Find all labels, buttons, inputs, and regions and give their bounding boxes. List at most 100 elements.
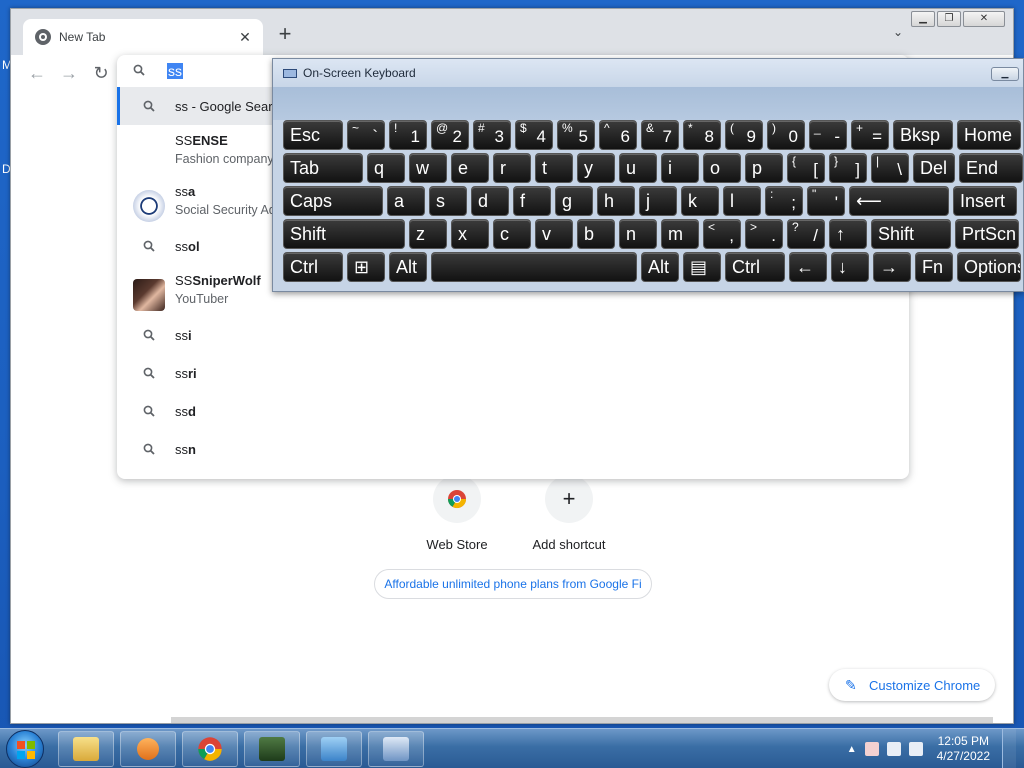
tab-close-icon[interactable]: ✕: [237, 29, 253, 46]
key-sym[interactable]: {[: [787, 153, 825, 183]
taskbar-task-manager-button[interactable]: [244, 731, 300, 767]
key-sym[interactable]: ←: [789, 252, 827, 282]
tray-expand-icon[interactable]: ▲: [847, 744, 857, 755]
key-8[interactable]: * 8: [683, 120, 721, 150]
key-9[interactable]: (9: [725, 120, 763, 150]
key-t[interactable]: t: [535, 153, 573, 183]
key-sym[interactable]: ~ `: [347, 120, 385, 150]
key-r[interactable]: r: [493, 153, 531, 183]
close-window-button[interactable]: ✕: [963, 11, 1005, 27]
key-sym[interactable]: →: [873, 252, 911, 282]
key-shift[interactable]: Shift: [871, 219, 951, 249]
key-ctrl[interactable]: Ctrl: [283, 252, 343, 282]
key-sym[interactable]: ? /: [787, 219, 825, 249]
key-options[interactable]: Options: [957, 252, 1021, 282]
action-center-icon[interactable]: [864, 742, 879, 756]
key-caps[interactable]: Caps: [283, 186, 383, 216]
key-i[interactable]: i: [661, 153, 699, 183]
key-6[interactable]: ^ 6: [599, 120, 637, 150]
horizontal-scrollbar[interactable]: [171, 717, 993, 723]
key-0[interactable]: ) 0: [767, 120, 805, 150]
key-s[interactable]: s: [429, 186, 467, 216]
shortcut-web-store[interactable]: Web Store: [407, 475, 507, 552]
key-insert[interactable]: Insert: [953, 186, 1017, 216]
omnibox-typed-text[interactable]: ss: [167, 63, 183, 79]
key-l[interactable]: l: [723, 186, 761, 216]
key-v[interactable]: v: [535, 219, 573, 249]
key-w[interactable]: w: [409, 153, 447, 183]
clock[interactable]: 12:05 PM 4/27/2022: [937, 734, 990, 764]
minimize-button[interactable]: ▁: [911, 11, 935, 27]
taskbar-media-player-button[interactable]: [120, 731, 176, 767]
key-del[interactable]: Del: [913, 153, 955, 183]
key-sym[interactable]: }]: [829, 153, 867, 183]
tab-search-icon[interactable]: ⌄: [893, 25, 903, 39]
show-desktop-button[interactable]: [1002, 729, 1016, 768]
key-c[interactable]: c: [493, 219, 531, 249]
key-n[interactable]: n: [619, 219, 657, 249]
customize-chrome-button[interactable]: ✎ Customize Chrome: [829, 669, 995, 701]
key-sym[interactable]: ▤: [683, 252, 721, 282]
taskbar-remote-desktop-button[interactable]: [368, 731, 424, 767]
key-5[interactable]: % 5: [557, 120, 595, 150]
key-sym[interactable]: <,: [703, 219, 741, 249]
osk-titlebar[interactable]: On-Screen Keyboard ▁: [273, 59, 1023, 87]
taskbar-control-panel-button[interactable]: [306, 731, 362, 767]
key-alt[interactable]: Alt: [641, 252, 679, 282]
key-y[interactable]: y: [577, 153, 615, 183]
suggestion-ssd[interactable]: ssd: [117, 392, 909, 430]
key-1[interactable]: ! 1: [389, 120, 427, 150]
shortcut-add[interactable]: + Add shortcut: [519, 475, 619, 552]
taskbar-explorer-button[interactable]: [58, 731, 114, 767]
key-fn[interactable]: Fn: [915, 252, 953, 282]
volume-icon[interactable]: [908, 742, 923, 756]
key-g[interactable]: g: [555, 186, 593, 216]
key-a[interactable]: a: [387, 186, 425, 216]
key-esc[interactable]: Esc: [283, 120, 343, 150]
key-3[interactable]: #3: [473, 120, 511, 150]
key-q[interactable]: q: [367, 153, 405, 183]
key-f[interactable]: f: [513, 186, 551, 216]
key-2[interactable]: @2: [431, 120, 469, 150]
key-sym[interactable]: ↑: [829, 219, 867, 249]
key-k[interactable]: k: [681, 186, 719, 216]
key-sym[interactable]: _ -: [809, 120, 847, 150]
key-u[interactable]: u: [619, 153, 657, 183]
key-end[interactable]: End: [959, 153, 1023, 183]
suggestion-ssn[interactable]: ssn: [117, 430, 909, 468]
key-d[interactable]: d: [471, 186, 509, 216]
key-sym[interactable]: ⊞: [347, 252, 385, 282]
forward-arrow-icon[interactable]: →: [57, 63, 81, 84]
start-button[interactable]: [6, 730, 44, 768]
back-arrow-icon[interactable]: ←: [25, 63, 49, 84]
key-sym[interactable]: | \: [871, 153, 909, 183]
key-b[interactable]: b: [577, 219, 615, 249]
key-sym[interactable]: ⟵: [849, 186, 949, 216]
key-m[interactable]: m: [661, 219, 699, 249]
key-j[interactable]: j: [639, 186, 677, 216]
key-shift[interactable]: Shift: [283, 219, 405, 249]
key-7[interactable]: & 7: [641, 120, 679, 150]
key-o[interactable]: o: [703, 153, 741, 183]
key-4[interactable]: $4: [515, 120, 553, 150]
key-h[interactable]: h: [597, 186, 635, 216]
key-space[interactable]: [431, 252, 637, 282]
key-ctrl[interactable]: Ctrl: [725, 252, 785, 282]
key-bksp[interactable]: Bksp: [893, 120, 953, 150]
key-sym[interactable]: :;: [765, 186, 803, 216]
promo-link[interactable]: Affordable unlimited phone plans from Go…: [374, 569, 652, 599]
key-tab[interactable]: Tab: [283, 153, 363, 183]
key-home[interactable]: Home: [957, 120, 1021, 150]
network-icon[interactable]: [886, 742, 901, 756]
reload-icon[interactable]: ↻: [89, 63, 113, 84]
taskbar-chrome-button[interactable]: [182, 731, 238, 767]
key-prtscn[interactable]: PrtScn: [955, 219, 1019, 249]
suggestion-ssi[interactable]: ssi: [117, 316, 909, 354]
maximize-button[interactable]: ❐: [937, 11, 961, 27]
key-sym[interactable]: + =: [851, 120, 889, 150]
key-sym[interactable]: " ': [807, 186, 845, 216]
suggestion-ssri[interactable]: ssri: [117, 354, 909, 392]
key-e[interactable]: e: [451, 153, 489, 183]
tab-new-tab[interactable]: New Tab ✕: [23, 19, 263, 55]
key-x[interactable]: x: [451, 219, 489, 249]
